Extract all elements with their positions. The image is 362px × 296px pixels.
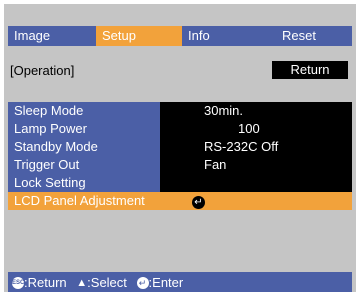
setting-value: 30min.: [160, 102, 352, 120]
footer-enter-label: :Enter: [148, 274, 184, 290]
setting-row-sleep-mode[interactable]: Sleep Mode 30min.: [8, 102, 352, 120]
setting-row-lcd-panel-adjustment[interactable]: LCD Panel Adjustment ↵: [8, 192, 352, 210]
tab-setup[interactable]: Setup: [96, 26, 182, 46]
setting-label: Sleep Mode: [8, 102, 160, 120]
section-label: [Operation]: [10, 63, 75, 78]
setting-value: ↵: [160, 192, 352, 210]
setting-label: Lock Setting: [8, 174, 160, 192]
help-footer: ESC:Return ▲︎:Select ↵:Enter: [8, 272, 352, 292]
footer-return-label: :Return: [24, 274, 67, 290]
enter-icon: ↵: [192, 196, 205, 209]
tab-reset[interactable]: Reset: [276, 26, 352, 46]
setting-label: Lamp Power: [8, 120, 160, 138]
setting-row-lock-setting[interactable]: Lock Setting: [8, 174, 352, 192]
up-down-arrows-icon: ▲︎: [76, 276, 88, 289]
setting-value: [160, 174, 352, 192]
setting-row-standby-mode[interactable]: Standby Mode RS-232C Off: [8, 138, 352, 156]
settings-list: Sleep Mode 30min. Lamp Power 100 Standby…: [8, 102, 352, 210]
tab-info[interactable]: Info: [188, 26, 276, 46]
menu-tab-bar: Image Setup Info Reset: [8, 26, 352, 46]
return-button[interactable]: Return: [272, 61, 348, 79]
esc-button-icon: ESC: [12, 276, 24, 289]
setting-row-lamp-power[interactable]: Lamp Power 100: [8, 120, 352, 138]
setting-label: Trigger Out: [8, 156, 160, 174]
footer-select-label: :Select: [87, 274, 127, 290]
projector-menu: Image Setup Info Reset [Operation] Retur…: [4, 4, 356, 292]
setting-value: RS-232C Off: [160, 138, 352, 156]
setting-row-trigger-out[interactable]: Trigger Out Fan: [8, 156, 352, 174]
setting-label: LCD Panel Adjustment: [8, 192, 160, 210]
setting-value: 100: [160, 120, 352, 138]
setting-label: Standby Mode: [8, 138, 160, 156]
tab-image[interactable]: Image: [8, 26, 96, 46]
setting-value: Fan: [160, 156, 352, 174]
enter-button-icon: ↵: [136, 276, 149, 289]
